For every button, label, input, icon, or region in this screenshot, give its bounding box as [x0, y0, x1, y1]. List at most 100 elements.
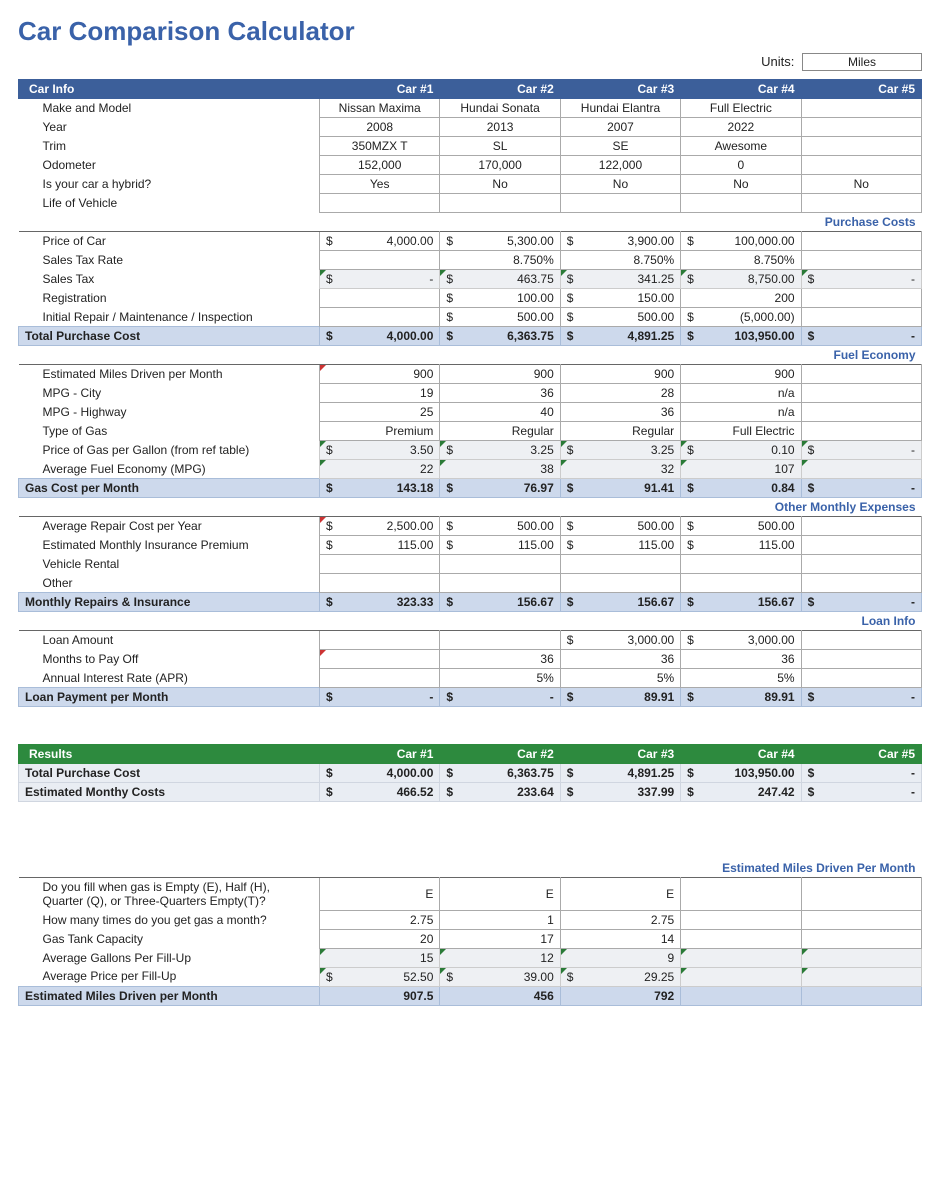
value-cell[interactable]: $103,950.00: [681, 327, 801, 346]
value-cell[interactable]: 32: [560, 460, 680, 479]
value-cell[interactable]: $-: [440, 688, 560, 707]
value-cell[interactable]: 5%: [681, 669, 801, 688]
value-cell[interactable]: 2.75: [560, 910, 680, 929]
value-cell[interactable]: 38: [440, 460, 560, 479]
value-cell[interactable]: $39.00: [440, 967, 560, 986]
value-cell[interactable]: $-: [801, 327, 921, 346]
value-cell[interactable]: 0: [681, 156, 801, 175]
value-cell[interactable]: 8.750%: [681, 251, 801, 270]
value-cell[interactable]: No: [681, 175, 801, 194]
value-cell[interactable]: 36: [440, 384, 560, 403]
value-cell[interactable]: $156.67: [681, 593, 801, 612]
value-cell[interactable]: $233.64: [440, 783, 560, 802]
value-cell[interactable]: 200: [681, 289, 801, 308]
value-cell[interactable]: $(5,000.00): [681, 308, 801, 327]
value-cell[interactable]: SE: [560, 137, 680, 156]
value-cell[interactable]: Hundai Elantra: [560, 99, 680, 118]
value-cell[interactable]: 15: [320, 948, 440, 967]
value-cell[interactable]: $-: [801, 764, 921, 783]
value-cell[interactable]: $156.67: [440, 593, 560, 612]
value-cell[interactable]: $500.00: [560, 308, 680, 327]
value-cell[interactable]: [560, 574, 680, 593]
value-cell[interactable]: $337.99: [560, 783, 680, 802]
value-cell[interactable]: 350MZX T: [320, 137, 440, 156]
value-cell[interactable]: 2007: [560, 118, 680, 137]
value-cell[interactable]: $3,900.00: [560, 232, 680, 251]
value-cell[interactable]: 2022: [681, 118, 801, 137]
value-cell[interactable]: 36: [560, 650, 680, 669]
value-cell[interactable]: n/a: [681, 403, 801, 422]
value-cell[interactable]: [801, 929, 921, 948]
value-cell[interactable]: [801, 967, 921, 986]
value-cell[interactable]: 28: [560, 384, 680, 403]
value-cell[interactable]: $-: [801, 688, 921, 707]
value-cell[interactable]: $-: [801, 270, 921, 289]
value-cell[interactable]: Regular: [560, 422, 680, 441]
value-cell[interactable]: 9: [560, 948, 680, 967]
value-cell[interactable]: E: [560, 878, 680, 911]
value-cell[interactable]: SL: [440, 137, 560, 156]
value-cell[interactable]: [681, 967, 801, 986]
value-cell[interactable]: 907.5: [320, 986, 440, 1005]
value-cell[interactable]: No: [801, 175, 921, 194]
value-cell[interactable]: $-: [801, 441, 921, 460]
value-cell[interactable]: $500.00: [560, 517, 680, 536]
value-cell[interactable]: 2008: [320, 118, 440, 137]
value-cell[interactable]: [801, 365, 921, 384]
value-cell[interactable]: Premium: [320, 422, 440, 441]
value-cell[interactable]: [801, 574, 921, 593]
value-cell[interactable]: $100,000.00: [681, 232, 801, 251]
value-cell[interactable]: [801, 118, 921, 137]
value-cell[interactable]: $3.25: [560, 441, 680, 460]
value-cell[interactable]: [801, 536, 921, 555]
value-cell[interactable]: 170,000: [440, 156, 560, 175]
value-cell[interactable]: [801, 650, 921, 669]
value-cell[interactable]: [801, 156, 921, 175]
value-cell[interactable]: $500.00: [681, 517, 801, 536]
value-cell[interactable]: $52.50: [320, 967, 440, 986]
value-cell[interactable]: E: [320, 878, 440, 911]
value-cell[interactable]: [440, 631, 560, 650]
value-cell[interactable]: 5%: [560, 669, 680, 688]
value-cell[interactable]: [320, 308, 440, 327]
value-cell[interactable]: [560, 194, 680, 213]
value-cell[interactable]: Hundai Sonata: [440, 99, 560, 118]
value-cell[interactable]: 900: [681, 365, 801, 384]
value-cell[interactable]: $3,000.00: [560, 631, 680, 650]
value-cell[interactable]: $156.67: [560, 593, 680, 612]
value-cell[interactable]: [801, 910, 921, 929]
value-cell[interactable]: 122,000: [560, 156, 680, 175]
value-cell[interactable]: $115.00: [440, 536, 560, 555]
value-cell[interactable]: $500.00: [440, 517, 560, 536]
value-cell[interactable]: [801, 631, 921, 650]
value-cell[interactable]: Awesome: [681, 137, 801, 156]
value-cell[interactable]: [801, 251, 921, 270]
value-cell[interactable]: [320, 194, 440, 213]
value-cell[interactable]: $100.00: [440, 289, 560, 308]
value-cell[interactable]: [681, 194, 801, 213]
value-cell[interactable]: 8.750%: [440, 251, 560, 270]
value-cell[interactable]: [801, 878, 921, 911]
value-cell[interactable]: [681, 574, 801, 593]
value-cell[interactable]: $-: [320, 688, 440, 707]
value-cell[interactable]: [801, 232, 921, 251]
value-cell[interactable]: $3,000.00: [681, 631, 801, 650]
value-cell[interactable]: $4,891.25: [560, 764, 680, 783]
value-cell[interactable]: [681, 555, 801, 574]
value-cell[interactable]: 36: [681, 650, 801, 669]
value-cell[interactable]: $500.00: [440, 308, 560, 327]
value-cell[interactable]: [560, 555, 680, 574]
value-cell[interactable]: [320, 251, 440, 270]
value-cell[interactable]: $-: [801, 593, 921, 612]
value-cell[interactable]: n/a: [681, 384, 801, 403]
value-cell[interactable]: $466.52: [320, 783, 440, 802]
value-cell[interactable]: 5%: [440, 669, 560, 688]
value-cell[interactable]: 14: [560, 929, 680, 948]
value-cell[interactable]: 900: [320, 365, 440, 384]
value-cell[interactable]: $6,363.75: [440, 327, 560, 346]
value-cell[interactable]: $29.25: [560, 967, 680, 986]
value-cell[interactable]: $-: [801, 479, 921, 498]
value-cell[interactable]: 2.75: [320, 910, 440, 929]
value-cell[interactable]: [801, 948, 921, 967]
value-cell[interactable]: $3.25: [440, 441, 560, 460]
